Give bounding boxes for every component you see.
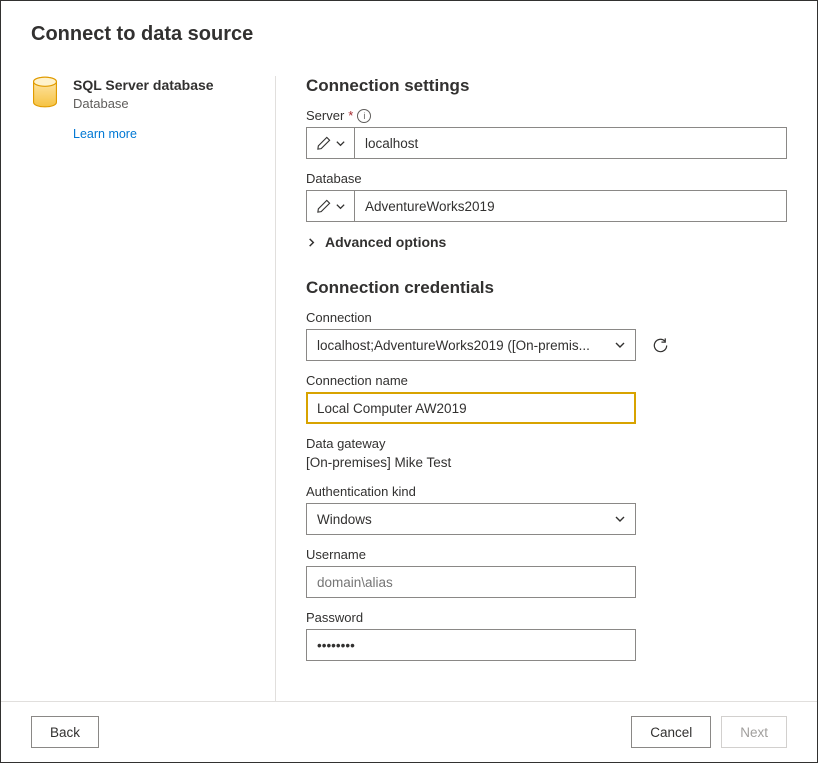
back-button[interactable]: Back — [31, 716, 99, 748]
password-field: Password — [306, 610, 787, 661]
username-label: Username — [306, 547, 787, 562]
server-edit-mode-button[interactable] — [306, 127, 354, 159]
connection-field: Connection localhost;AdventureWorks2019 … — [306, 310, 787, 361]
connection-name-input[interactable] — [306, 392, 636, 424]
database-input[interactable] — [354, 190, 787, 222]
connection-credentials-heading: Connection credentials — [306, 278, 787, 298]
left-panel: SQL Server database Database Learn more — [31, 76, 276, 701]
cancel-button[interactable]: Cancel — [631, 716, 711, 748]
username-field: Username — [306, 547, 787, 598]
connection-select-value: localhost;AdventureWorks2019 ([On-premis… — [306, 329, 636, 361]
data-gateway-value: [On-premises] Mike Test — [306, 455, 787, 470]
connection-settings-heading: Connection settings — [306, 76, 787, 96]
connection-name-field: Connection name — [306, 373, 787, 424]
database-edit-mode-button[interactable] — [306, 190, 354, 222]
right-panel: Connection settings Server * i Database — [276, 76, 787, 701]
next-button: Next — [721, 716, 787, 748]
data-gateway-label: Data gateway — [306, 436, 787, 451]
server-label: Server — [306, 108, 344, 123]
auth-kind-select[interactable]: Windows — [306, 503, 636, 535]
pencil-icon — [316, 136, 331, 151]
database-field: Database — [306, 171, 787, 222]
auth-kind-field: Authentication kind Windows — [306, 484, 787, 535]
chevron-right-icon — [306, 237, 317, 248]
advanced-options-label: Advanced options — [325, 234, 446, 250]
auth-kind-label: Authentication kind — [306, 484, 787, 499]
database-cylinder-icon — [31, 76, 61, 113]
advanced-options-toggle[interactable]: Advanced options — [306, 234, 787, 250]
dialog-header: Connect to data source — [1, 1, 817, 56]
password-label: Password — [306, 610, 787, 625]
server-field: Server * i — [306, 108, 787, 159]
username-input[interactable] — [306, 566, 636, 598]
connection-label: Connection — [306, 310, 787, 325]
data-source-summary: SQL Server database Database — [31, 76, 255, 113]
refresh-icon — [651, 336, 670, 355]
database-label: Database — [306, 171, 787, 186]
server-label-row: Server * i — [306, 108, 787, 123]
dialog-body: SQL Server database Database Learn more … — [1, 56, 817, 701]
password-input[interactable] — [306, 629, 636, 661]
refresh-connection-button[interactable] — [650, 335, 670, 355]
chevron-down-icon — [335, 138, 346, 149]
server-input-combo — [306, 127, 787, 159]
info-icon[interactable]: i — [357, 109, 371, 123]
data-source-text: SQL Server database Database — [73, 76, 214, 113]
data-source-name: SQL Server database — [73, 76, 214, 94]
required-star-icon: * — [348, 108, 353, 123]
auth-kind-value: Windows — [306, 503, 636, 535]
database-input-combo — [306, 190, 787, 222]
server-input[interactable] — [354, 127, 787, 159]
learn-more-link[interactable]: Learn more — [73, 127, 255, 141]
page-title: Connect to data source — [31, 23, 787, 46]
dialog-footer: Back Cancel Next — [1, 701, 817, 762]
data-source-type: Database — [73, 96, 214, 111]
connection-select[interactable]: localhost;AdventureWorks2019 ([On-premis… — [306, 329, 636, 361]
pencil-icon — [316, 199, 331, 214]
connection-name-label: Connection name — [306, 373, 787, 388]
chevron-down-icon — [335, 201, 346, 212]
